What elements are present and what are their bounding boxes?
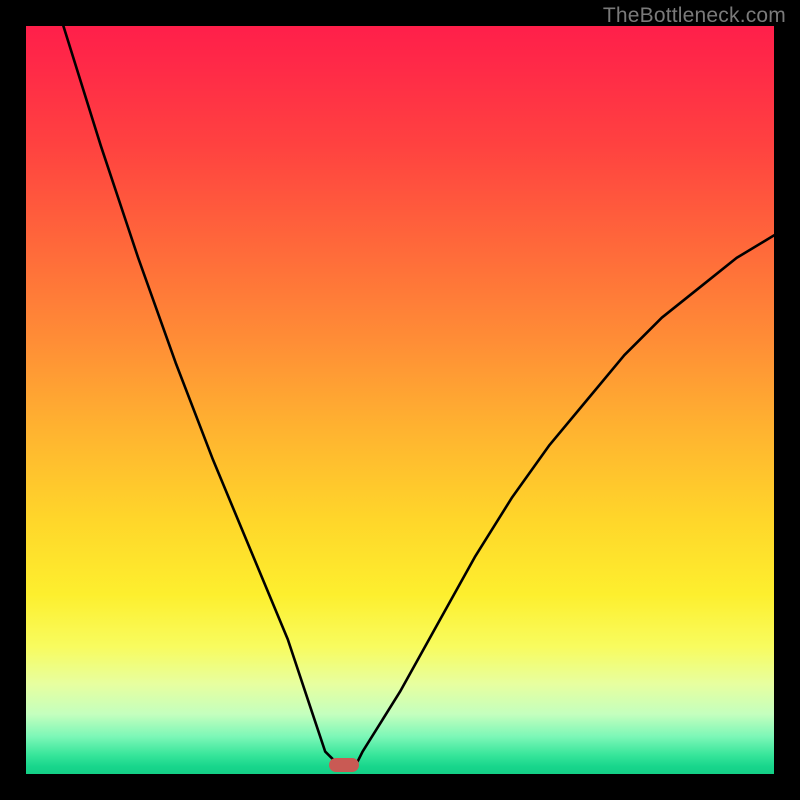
curve-path: [63, 26, 774, 767]
plot-area: [26, 26, 774, 774]
chart-stage: TheBottleneck.com: [0, 0, 800, 800]
optimal-point-marker: [329, 758, 359, 772]
watermark-label: TheBottleneck.com: [603, 4, 786, 28]
bottleneck-curve: [26, 26, 774, 774]
